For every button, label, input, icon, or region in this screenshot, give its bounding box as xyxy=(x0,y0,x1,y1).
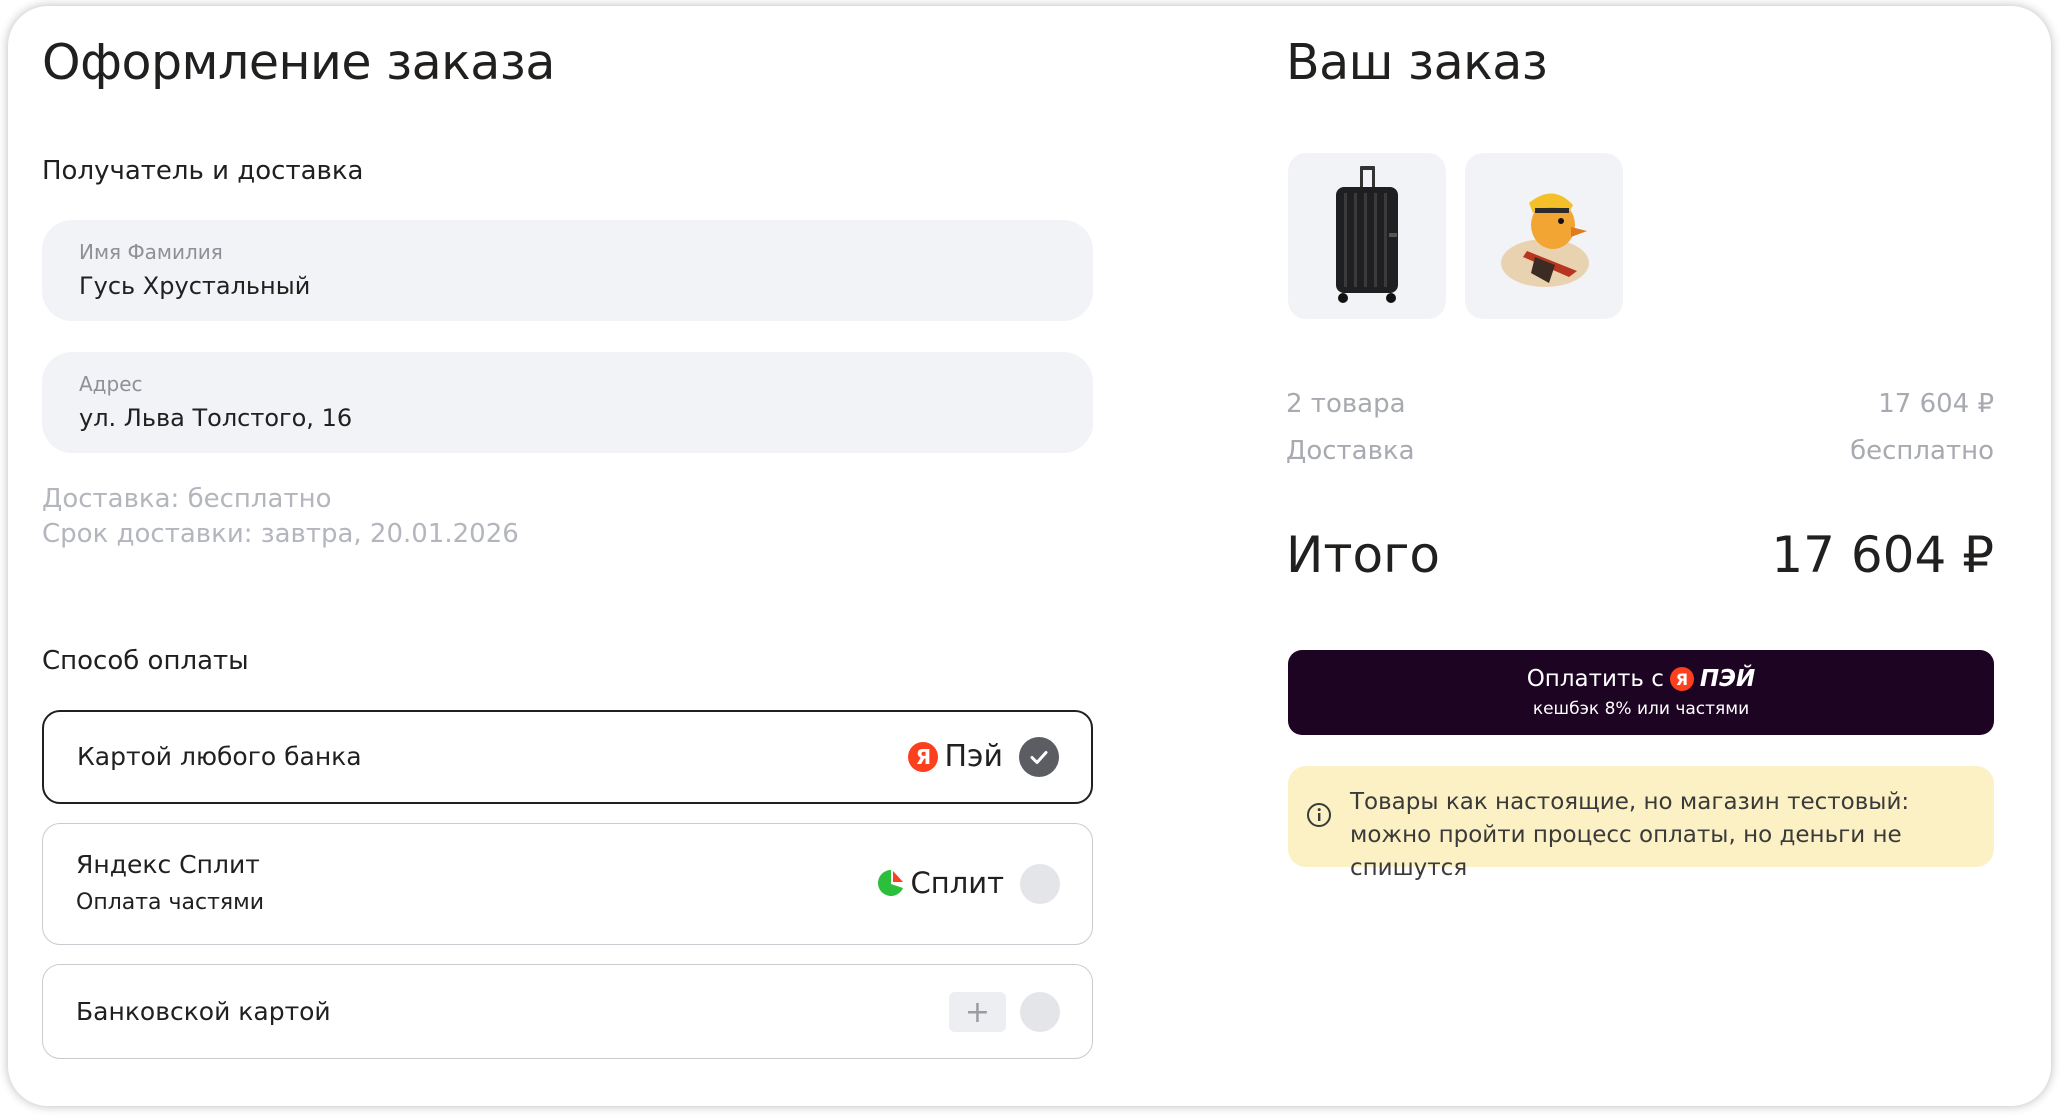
ya-logo-icon: Я xyxy=(908,741,939,772)
radio-unselected[interactable] xyxy=(1020,864,1060,904)
payment-option-title: Картой любого банка xyxy=(77,742,362,771)
payment-option-title: Банковской картой xyxy=(76,997,331,1026)
order-item-suitcase[interactable] xyxy=(1288,153,1446,319)
payment-option-bank-card[interactable]: Банковской картой + xyxy=(42,964,1093,1059)
order-item-duck[interactable] xyxy=(1465,153,1623,319)
address-field-label: Адрес xyxy=(79,372,143,396)
delivery-summary-row: Доставка бесплатно xyxy=(1286,436,1994,466)
pay-button[interactable]: Оплатить с Я ПЭЙ кешбэк 8% или частями xyxy=(1288,650,1994,735)
name-field-value[interactable]: Гусь Хрустальный xyxy=(79,272,1056,300)
payment-section-title: Способ оплаты xyxy=(42,646,249,676)
pay-button-main: Оплатить с Я ПЭЙ xyxy=(1288,666,1994,692)
pay-button-label: Оплатить с xyxy=(1526,666,1664,692)
recipient-section-title: Получатель и доставка xyxy=(42,156,364,186)
payment-option-subtitle: Оплата частями xyxy=(76,890,265,915)
name-field-label: Имя Фамилия xyxy=(79,240,223,264)
payment-option-card-any-bank[interactable]: Картой любого банка Я Пэй xyxy=(42,710,1093,804)
yandex-pay-logo-text: Пэй xyxy=(944,739,1003,774)
items-count-label: 2 товара xyxy=(1286,389,1406,419)
radio-selected[interactable] xyxy=(1019,737,1059,777)
add-card-button[interactable]: + xyxy=(949,992,1006,1032)
info-icon xyxy=(1307,803,1331,827)
suitcase-image xyxy=(1336,166,1398,303)
rubber-duck-image xyxy=(1501,193,1589,287)
ya-logo-icon: Я xyxy=(1669,667,1694,691)
plus-icon: + xyxy=(964,994,991,1030)
yandex-pay-logo: Я Пэй xyxy=(908,739,1003,774)
pay-brand-name: ПЭЙ xyxy=(1699,666,1756,692)
pay-button-subtext: кешбэк 8% или частями xyxy=(1532,699,1750,719)
split-logo-icon xyxy=(877,870,903,896)
delivery-date-text: Срок доставки: завтра, 20.01.2026 xyxy=(42,519,519,549)
total-row: Итого 17 604 ₽ xyxy=(1286,526,1994,584)
check-icon xyxy=(1030,751,1048,764)
delivery-cost-text: Доставка: бесплатно xyxy=(42,484,332,514)
delivery-value: бесплатно xyxy=(1850,436,1994,466)
test-store-notice: Товары как настоящие, но магазин тестовы… xyxy=(1288,766,1994,881)
address-field-value[interactable]: ул. Льва Толстого, 16 xyxy=(79,404,1056,432)
items-price: 17 604 ₽ xyxy=(1878,389,1994,419)
payment-option-yandex-split[interactable]: Яндекс Сплит Оплата частями Сплит xyxy=(42,823,1093,945)
address-field[interactable]: Адрес ул. Льва Толстого, 16 xyxy=(42,352,1093,453)
delivery-label: Доставка xyxy=(1286,436,1415,466)
payment-option-title: Яндекс Сплит xyxy=(76,850,260,879)
notice-text: Товары как настоящие, но магазин тестовы… xyxy=(1350,789,1910,881)
page-title: Оформление заказа xyxy=(42,34,555,91)
split-logo: Сплит xyxy=(877,866,1005,900)
radio-unselected[interactable] xyxy=(1020,992,1060,1032)
checkout-card: Оформление заказа Получатель и доставка … xyxy=(8,6,2051,1106)
total-label: Итого xyxy=(1286,526,1440,584)
items-summary-row: 2 товара 17 604 ₽ xyxy=(1286,389,1994,419)
order-title: Ваш заказ xyxy=(1286,34,1548,91)
total-value: 17 604 ₽ xyxy=(1771,526,1994,584)
name-field[interactable]: Имя Фамилия Гусь Хрустальный xyxy=(42,220,1093,321)
split-logo-text: Сплит xyxy=(910,866,1005,900)
